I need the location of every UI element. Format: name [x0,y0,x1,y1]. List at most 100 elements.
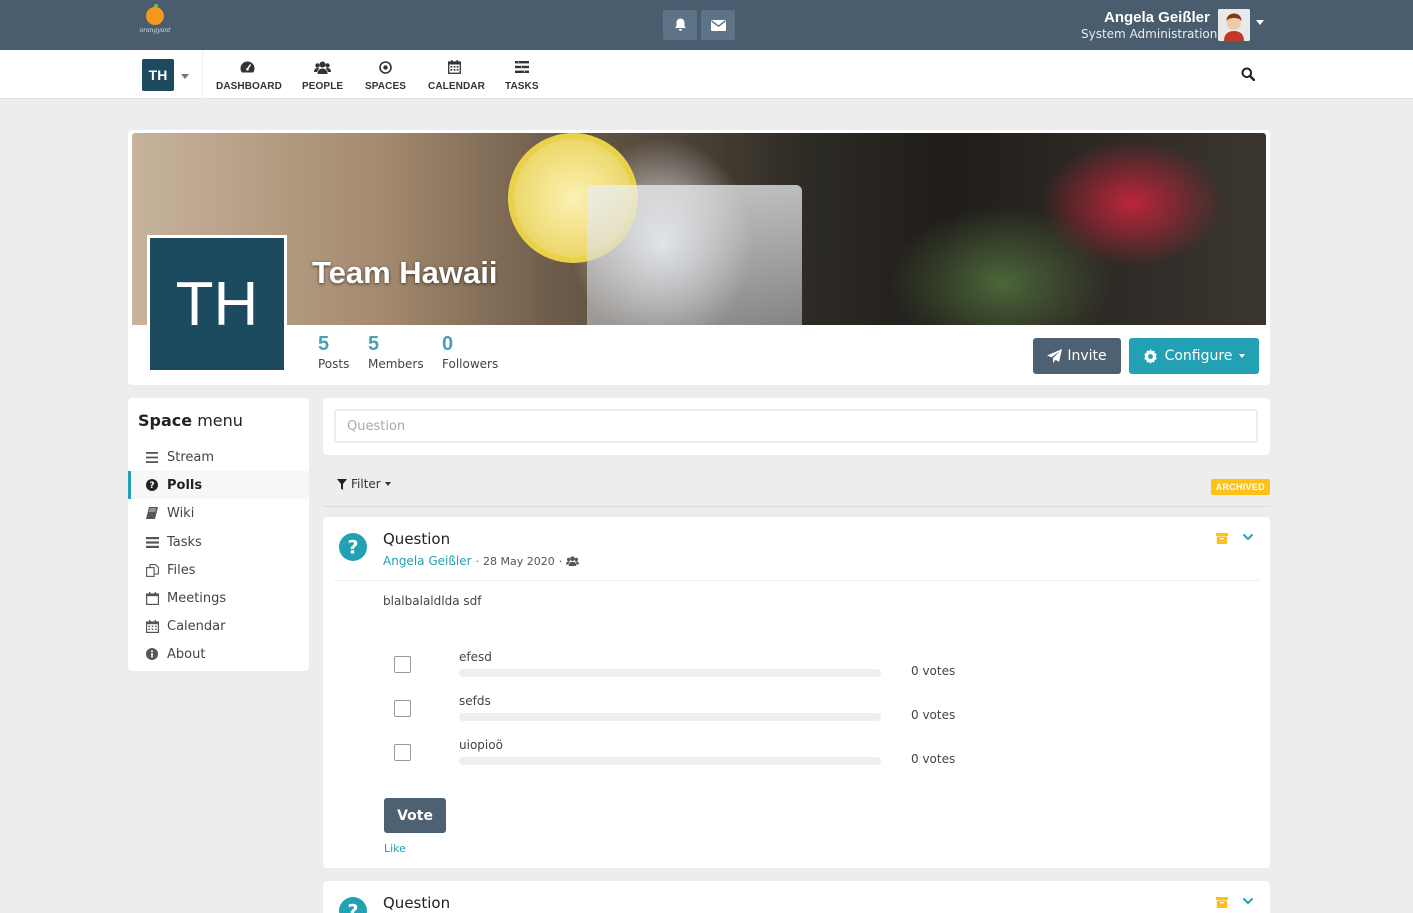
nav-calendar[interactable]: CALENDAR [428,58,485,92]
answer-progress-bar [459,757,881,765]
poll-answer: efesd 0 votes [383,650,1023,680]
nav-label: DASHBOARD [216,81,282,92]
chevron-down-icon[interactable] [1242,896,1254,906]
nav-people[interactable]: PEOPLE [302,58,343,92]
answer-votes[interactable]: 0 votes [911,752,955,766]
orange-logo-icon [146,4,164,25]
space-banner-image [132,133,1266,325]
stat-members[interactable]: 5 Members [368,333,424,371]
post-title: Question [383,894,451,912]
messages-button[interactable] [701,10,735,40]
calendar-icon [145,619,159,633]
answer-progress-bar [459,713,881,721]
answer-text: efesd [459,650,492,664]
menu-label: Polls [167,477,203,493]
menu-label: Calendar [167,618,226,634]
people-icon [313,61,331,74]
space-menu-item-about[interactable]: About [128,640,309,668]
meetings-icon [145,591,159,605]
space-chooser[interactable]: TH [142,59,174,91]
nav-divider [202,50,203,99]
archive-icon[interactable] [1216,897,1228,908]
post-title: Question [383,530,451,548]
nav-dashboard[interactable]: DASHBOARD [216,58,282,92]
user-name[interactable]: Angela Geißler [1104,9,1210,26]
question-input[interactable] [334,409,1258,443]
question-circle-icon: ? [146,479,158,491]
chevron-down-icon[interactable] [1242,532,1254,542]
dashboard-icon [240,61,254,73]
space-menu-item-stream[interactable]: Stream [128,443,309,471]
menu-label: Meetings [167,590,227,606]
stat-label: Posts [318,357,350,371]
info-icon [146,648,158,660]
filter-button[interactable]: Filter [337,477,391,491]
stat-posts[interactable]: 5 Posts [318,333,349,371]
stat-label: Followers [442,357,499,371]
space-menu: Space menu Stream ? Polls Wiki Tasks Fil… [128,398,309,671]
book-icon [146,507,158,519]
calendar-icon [448,60,461,74]
stat-value: 5 [368,333,380,355]
filter-label: Filter [351,477,381,491]
stat-label: Members [368,357,424,371]
search-icon[interactable] [1241,67,1255,81]
filter-bar: Filter ARCHIVED [323,471,1270,507]
poll-description: blalbalaldlda sdf [383,594,482,608]
answer-progress-bar [459,669,881,677]
post-date[interactable]: 28 May 2020 [483,555,555,568]
archive-icon[interactable] [1216,533,1228,544]
logo[interactable]: orangyant [137,4,173,41]
answer-checkbox[interactable] [394,700,411,717]
like-link[interactable]: Like [384,842,406,855]
nav-spaces[interactable]: SPACES [365,58,406,92]
create-poll-box [323,398,1270,455]
configure-button[interactable]: Configure [1129,338,1259,374]
answer-votes[interactable]: 0 votes [911,708,955,722]
archived-badge: ARCHIVED [1210,479,1270,495]
menu-label: Wiki [167,505,195,521]
avatar[interactable] [1218,9,1250,41]
poll-answer: uiopioö 0 votes [383,738,1023,768]
svg-text:?: ? [347,901,358,913]
poll-post: ? Question [323,881,1270,913]
space-chooser-caret-icon[interactable] [181,74,189,79]
answer-checkbox[interactable] [394,744,411,761]
nav-tasks[interactable]: TASKS [505,58,539,92]
space-menu-item-wiki[interactable]: Wiki [128,499,309,527]
invite-label: Invite [1067,348,1107,364]
user-menu-caret-icon[interactable] [1256,20,1264,25]
menu-label: About [167,646,206,662]
poll-answer: sefds 0 votes [383,694,1023,724]
question-circle-icon: ? [339,897,367,913]
files-icon [145,563,159,577]
nav-label: CALENDAR [428,81,485,92]
nav-label: SPACES [365,81,406,92]
stream-icon [146,451,158,463]
main-navigation: TH DASHBOARD PEOPLE SPACES CALENDAR TASK… [0,50,1413,99]
vote-button[interactable]: Vote [384,798,446,833]
paper-plane-icon [1047,349,1063,363]
stat-value: 5 [318,333,330,355]
invite-button[interactable]: Invite [1033,338,1121,374]
space-menu-item-polls[interactable]: ? Polls [128,471,309,499]
space-profile-image[interactable]: TH [147,235,287,373]
meta-separator: · [475,554,480,568]
space-menu-item-tasks[interactable]: Tasks [128,528,309,556]
visibility-members-icon [566,556,580,566]
space-header: Team Hawaii TH 5 Posts 5 Members 0 Follo… [128,130,1270,385]
post-meta: Angela Geißler · 28 May 2020 · [383,554,580,568]
answer-text: uiopioö [459,738,503,752]
post-author-link[interactable]: Angela Geißler [383,554,472,568]
stat-followers[interactable]: 0 Followers [442,333,498,371]
user-role: System Administration [1081,27,1218,41]
notifications-button[interactable] [663,10,697,40]
answer-votes[interactable]: 0 votes [911,664,955,678]
top-bar: orangyant Angela Geißler System Administ… [0,0,1413,50]
space-menu-item-meetings[interactable]: Meetings [128,584,309,612]
space-menu-item-files[interactable]: Files [128,556,309,584]
banner-glass-decoration [587,185,802,325]
space-menu-item-calendar[interactable]: Calendar [128,612,309,640]
post-divider [334,580,1259,581]
answer-checkbox[interactable] [394,656,411,673]
